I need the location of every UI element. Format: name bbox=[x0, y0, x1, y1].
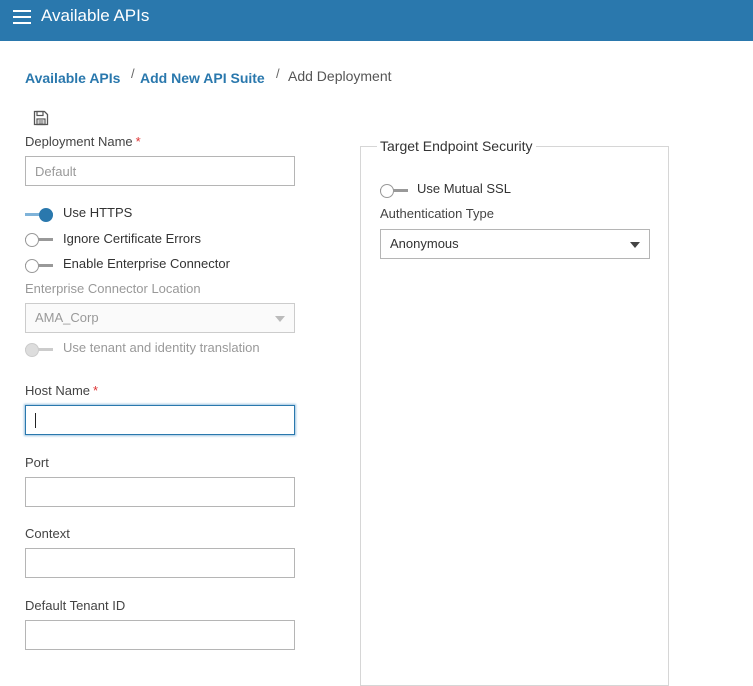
breadcrumb-current: Add Deployment bbox=[288, 68, 392, 84]
enable-enterprise-connector-toggle[interactable] bbox=[25, 259, 53, 273]
default-tenant-id-input[interactable] bbox=[25, 620, 295, 650]
context-label: Context bbox=[25, 526, 70, 541]
ignore-certificate-errors-label: Ignore Certificate Errors bbox=[63, 231, 201, 246]
context-input[interactable] bbox=[25, 548, 295, 578]
use-https-toggle[interactable] bbox=[25, 208, 53, 222]
port-label: Port bbox=[25, 455, 49, 470]
host-name-label: Host Name * bbox=[25, 383, 99, 398]
enable-enterprise-connector-label: Enable Enterprise Connector bbox=[63, 256, 230, 271]
hamburger-menu-icon[interactable] bbox=[13, 10, 31, 24]
use-mutual-ssl-label: Use Mutual SSL bbox=[417, 181, 511, 196]
save-icon[interactable] bbox=[33, 110, 49, 126]
use-https-label: Use HTTPS bbox=[63, 205, 133, 220]
chevron-down-icon bbox=[275, 316, 285, 322]
enterprise-connector-location-value: AMA_Corp bbox=[35, 310, 99, 325]
authentication-type-select[interactable]: Anonymous bbox=[380, 229, 650, 259]
host-name-input[interactable] bbox=[25, 405, 295, 435]
target-endpoint-security-panel bbox=[360, 146, 669, 686]
text-caret bbox=[35, 413, 36, 428]
chevron-down-icon bbox=[630, 242, 640, 248]
breadcrumb-separator: / bbox=[276, 66, 280, 81]
deployment-name-label: Deployment Name * bbox=[25, 134, 141, 149]
default-tenant-id-label: Default Tenant ID bbox=[25, 598, 126, 613]
ignore-certificate-errors-toggle[interactable] bbox=[25, 233, 53, 247]
breadcrumb-separator: / bbox=[131, 66, 135, 81]
app-header: Available APIs bbox=[0, 0, 753, 41]
breadcrumb-available-apis[interactable]: Available APIs bbox=[25, 70, 120, 86]
port-input[interactable] bbox=[25, 477, 295, 507]
header-title: Available APIs bbox=[41, 6, 150, 25]
enterprise-connector-location-label: Enterprise Connector Location bbox=[25, 281, 201, 296]
enterprise-connector-location-select: AMA_Corp bbox=[25, 303, 295, 333]
authentication-type-label: Authentication Type bbox=[380, 206, 494, 221]
deployment-name-input[interactable] bbox=[25, 156, 295, 186]
tenant-identity-translation-label: Use tenant and identity translation bbox=[63, 340, 260, 355]
authentication-type-value: Anonymous bbox=[390, 236, 459, 251]
breadcrumb-add-new-api-suite[interactable]: Add New API Suite bbox=[140, 70, 265, 86]
target-endpoint-security-title: Target Endpoint Security bbox=[377, 138, 536, 154]
use-mutual-ssl-toggle[interactable] bbox=[380, 184, 408, 198]
tenant-identity-translation-toggle bbox=[25, 343, 53, 357]
